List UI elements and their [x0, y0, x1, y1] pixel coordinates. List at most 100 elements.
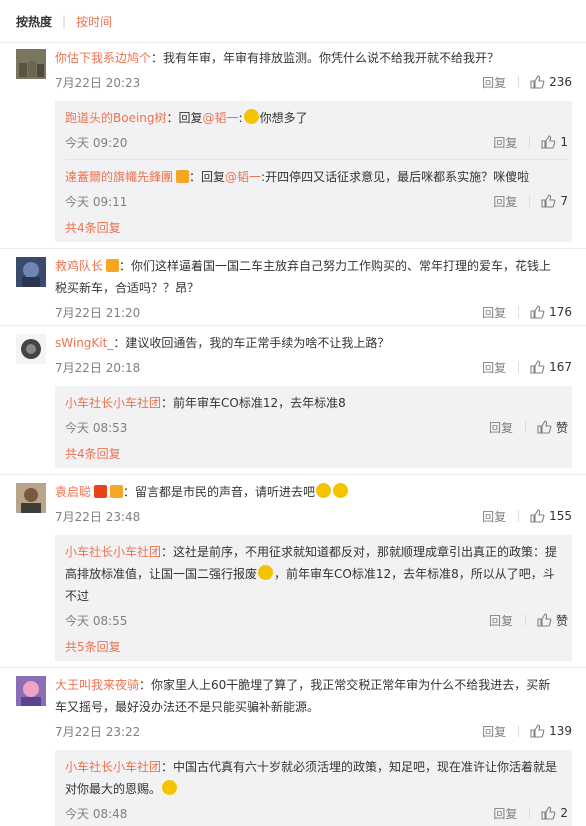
comment-text: 你估下我系边鸠个：我有年审，年审有排放监测。你凭什么说不给我开就不给我开？ [55, 47, 562, 69]
emoji-pray-icon [333, 483, 349, 498]
comment-item: 袁启聪 ：留言都是市民的声音，请听进去吧 7月22日 23:48 回复 155 小… [0, 475, 586, 668]
comment-actions: 回复 155 [482, 508, 572, 525]
reply-time: 今天 08:55 [65, 613, 128, 628]
reply-username[interactable]: 達蓋爾的旗幟先鋒團 [65, 170, 173, 184]
comment-meta: 7月22日 20:23 回复 236 [55, 69, 572, 95]
avatar[interactable] [16, 49, 46, 79]
reply-button[interactable]: 回复 [482, 723, 506, 740]
reply-button[interactable]: 回复 [493, 134, 517, 151]
like-count: 139 [549, 724, 572, 738]
comment-body: ：留言都是市民的声音，请听进去吧 [123, 485, 316, 499]
reply-actions: 回复 赞 [489, 612, 568, 629]
reply-actions: 回复 赞 [489, 419, 568, 436]
comment-text: 袁启聪 ：留言都是市民的声音，请听进去吧 [55, 481, 562, 503]
like-label: 赞 [555, 420, 568, 435]
comment-actions: 回复 139 [482, 723, 572, 740]
like-count: 7 [560, 194, 568, 208]
thumbs-up-icon[interactable] [536, 612, 552, 628]
reply-button[interactable]: 回复 [482, 74, 506, 91]
avatar[interactable] [16, 334, 46, 364]
comment-username[interactable]: 你估下我系边鸠个 [55, 51, 151, 65]
comment-actions: 回复 176 [482, 304, 572, 321]
emoji-glasses-icon [258, 565, 274, 580]
sort-divider: | [62, 14, 67, 28]
comment-item: sWingKit_：建议收回通告，我的车正常手续为啥不让我上路？ 7月22日 2… [0, 326, 586, 475]
action-divider [529, 195, 531, 207]
comment-item: 救鸡队长 ：你们这样逼着国一国二车主放弃自己努力工作购买的、常年打理的爱车，花钱上… [0, 249, 586, 326]
vip-badge-icon [106, 259, 120, 272]
reply-actions: 回复 2 [493, 805, 568, 822]
reply-text: 小车社长小车社团：中国古代真有六十岁就必须活埋的政策，知足吧，现在准许让你活着就… [65, 756, 558, 800]
thumbs-up-icon[interactable] [529, 304, 545, 320]
reply-button[interactable]: 回复 [482, 359, 506, 376]
reply-username[interactable]: 小车社长小车社团 [65, 396, 161, 410]
action-divider [524, 614, 526, 626]
action-divider [518, 361, 520, 373]
reply-username[interactable]: 小车社长小车社团 [65, 760, 161, 774]
thumbs-up-icon[interactable] [540, 805, 556, 821]
reply-meta: 今天 08:53 回复 赞 [65, 414, 568, 440]
reply-list: 小车社长小车社团：这社是前序，不用征求就知道都反对，那就顺理成章引出真正的政策：… [55, 535, 572, 661]
reply-item: 小车社长小车社团：前年审车CO标准12，去年标准8 今天 08:53 回复 赞 [65, 392, 572, 440]
sort-by-hot[interactable]: 按热度 [16, 13, 52, 30]
vip-badge-icon [110, 485, 124, 498]
reply-item: 小车社长小车社团：这社是前序，不用征求就知道都反对，那就顺理成章引出真正的政策：… [65, 541, 572, 633]
like-count: 1 [560, 135, 568, 149]
thumbs-up-icon[interactable] [540, 193, 556, 209]
reply-button[interactable]: 回复 [489, 419, 513, 436]
vip-badge-icon [176, 170, 190, 183]
more-replies-link[interactable]: 共5条回复 [65, 633, 572, 661]
thumbs-up-icon[interactable] [529, 508, 545, 524]
thumbs-up-icon[interactable] [540, 134, 556, 150]
reply-time: 今天 08:48 [65, 806, 128, 821]
comment-username[interactable]: 袁启聪 [55, 485, 91, 499]
thumbs-up-icon[interactable] [536, 419, 552, 435]
mention-link[interactable]: @韬一 [225, 170, 261, 184]
reply-meta: 今天 09:11 回复 7 [65, 188, 568, 214]
like-count: 155 [549, 509, 572, 523]
action-divider [518, 725, 520, 737]
reply-prefix: ：回复 [189, 170, 226, 184]
comment-time: 7月22日 23:48 [55, 509, 141, 524]
action-divider [529, 807, 531, 819]
reply-button[interactable]: 回复 [482, 304, 506, 321]
thumbs-up-icon[interactable] [529, 74, 545, 90]
mention-link[interactable]: @韬一 [203, 111, 239, 125]
reply-text: 小车社长小车社团：这社是前序，不用征求就知道都反对，那就顺理成章引出真正的政策：… [65, 541, 558, 607]
comment-text: 大王叫我来夜骑：你家里人上60干脆埋了算了，我正常交税正常年审为什么不给我进去，… [55, 674, 562, 718]
reply-list: 小车社长小车社团：中国古代真有六十岁就必须活埋的政策，知足吧，现在准许让你活着就… [55, 750, 572, 826]
reply-body: 你想多了 [259, 111, 308, 125]
like-count: 176 [549, 305, 572, 319]
reply-text: 小车社长小车社团：前年审车CO标准12，去年标准8 [65, 392, 558, 414]
comment-body: ：你们这样逼着国一国二车主放弃自己努力工作购买的、常年打理的爱车，花钱上税买新车… [55, 259, 552, 295]
sort-by-time[interactable]: 按时间 [76, 13, 112, 30]
comment-item: 大王叫我来夜骑：你家里人上60干脆埋了算了，我正常交税正常年审为什么不给我进去，… [0, 668, 586, 826]
reply-time: 今天 08:53 [65, 420, 128, 435]
thumbs-up-icon[interactable] [529, 723, 545, 739]
comment-time: 7月22日 23:22 [55, 724, 141, 739]
comment-username[interactable]: 救鸡队长 [55, 259, 103, 273]
comment-time: 7月22日 20:18 [55, 360, 141, 375]
avatar[interactable] [16, 257, 46, 287]
reply-button[interactable]: 回复 [493, 193, 517, 210]
reply-username[interactable]: 跑道头的Boeing树 [65, 111, 167, 125]
reply-button[interactable]: 回复 [482, 508, 506, 525]
comment-username[interactable]: sWingKit_ [55, 336, 113, 350]
comment-username[interactable]: 大王叫我来夜骑 [55, 678, 139, 692]
reply-button[interactable]: 回复 [493, 805, 517, 822]
reply-item: 小车社长小车社团：中国古代真有六十岁就必须活埋的政策，知足吧，现在准许让你活着就… [65, 756, 572, 826]
reply-list: 跑道头的Boeing树：回复@韬一: 你想多了 今天 09:20 回复 1 達蓋爾… [55, 101, 572, 242]
action-divider [529, 136, 531, 148]
thumbs-up-icon[interactable] [529, 359, 545, 375]
avatar[interactable] [16, 676, 46, 706]
like-count: 236 [549, 75, 572, 89]
emoji-crying-icon [162, 780, 178, 795]
reply-button[interactable]: 回复 [489, 612, 513, 629]
emoji-thinking-icon [243, 109, 259, 124]
verified-v-icon [94, 485, 108, 498]
reply-username[interactable]: 小车社长小车社团 [65, 545, 161, 559]
more-replies-link[interactable]: 共4条回复 [65, 214, 572, 242]
more-replies-link[interactable]: 共4条回复 [65, 440, 572, 468]
reply-meta: 今天 08:48 回复 2 [65, 800, 568, 826]
avatar[interactable] [16, 483, 46, 513]
